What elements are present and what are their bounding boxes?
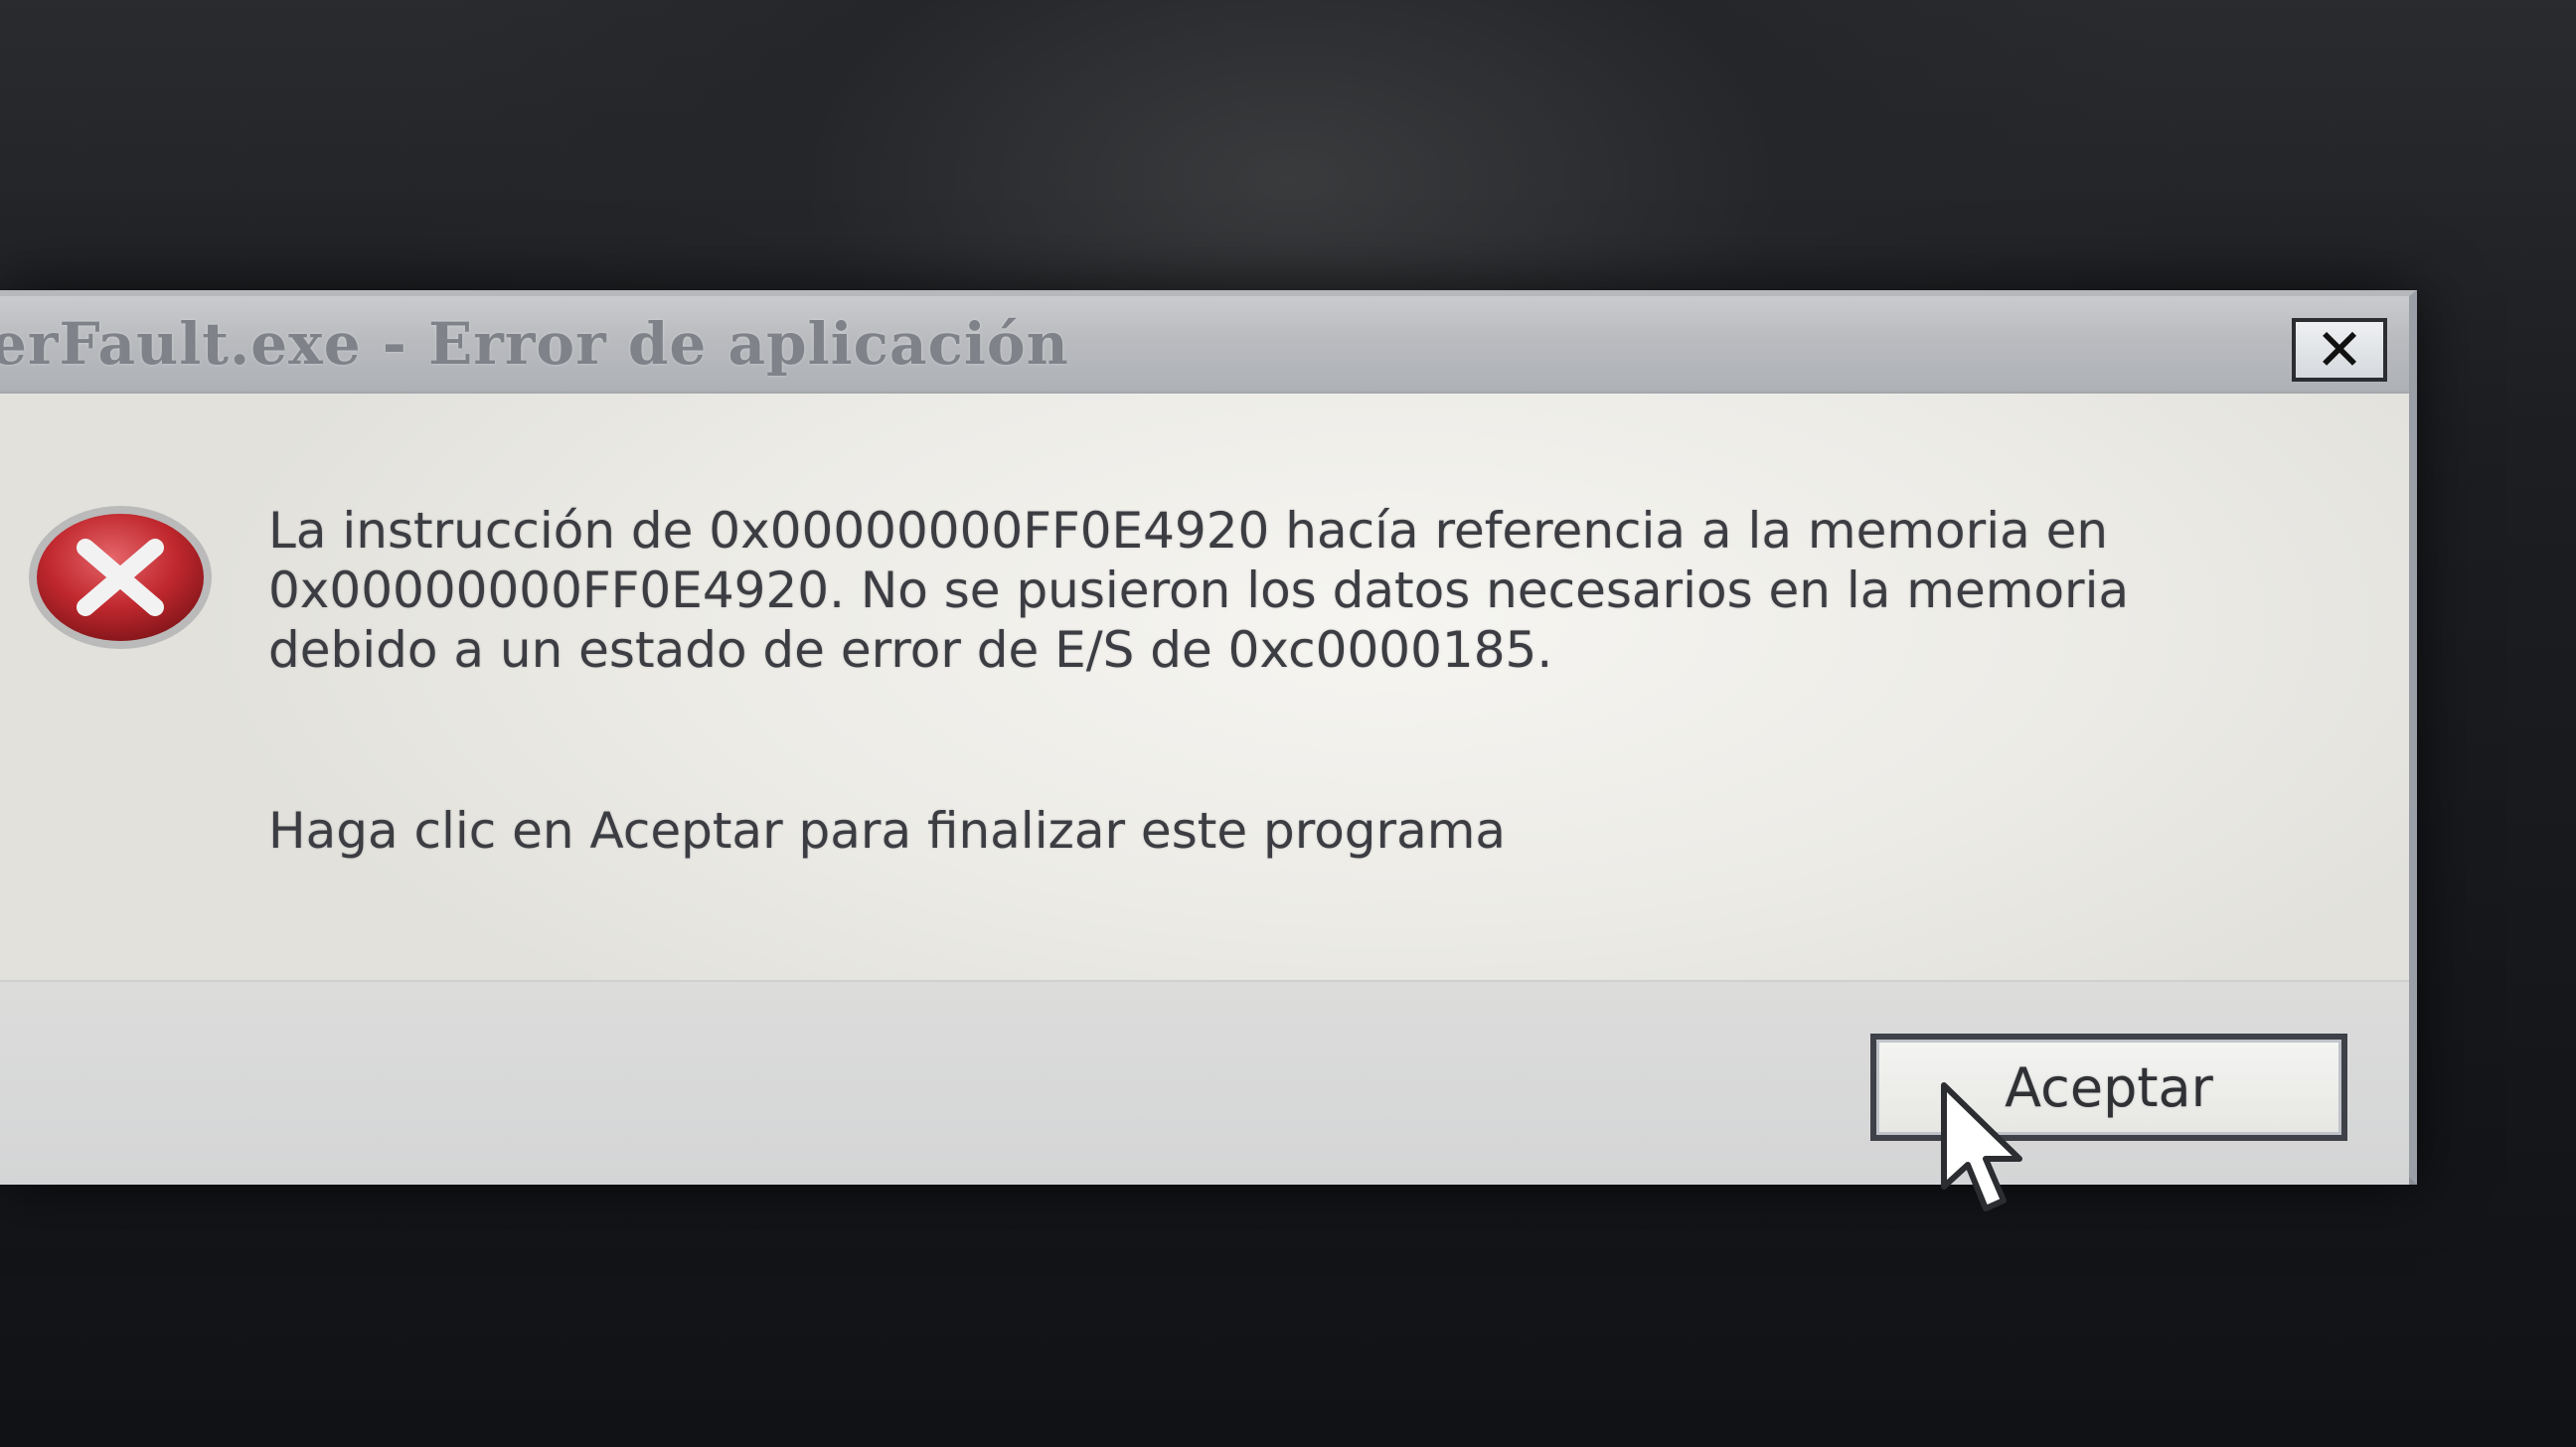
error-dialog: erFault.exe - Error de aplicación ✕ La i… bbox=[0, 290, 2417, 1185]
dialog-title: erFault.exe - Error de aplicación bbox=[0, 310, 1069, 378]
dialog-footer: Aceptar bbox=[0, 980, 2409, 1185]
error-message: La instrucción de 0x00000000FF0E4920 hac… bbox=[268, 502, 2130, 679]
dialog-content: La instrucción de 0x00000000FF0E4920 hac… bbox=[0, 394, 2409, 980]
dialog-title-bar[interactable]: erFault.exe - Error de aplicación ✕ bbox=[0, 296, 2409, 394]
close-button[interactable]: ✕ bbox=[2292, 318, 2387, 382]
close-prompt: Haga clic en Aceptar para finalizar este… bbox=[268, 802, 1507, 860]
error-icon bbox=[29, 506, 212, 649]
accept-button-label: Aceptar bbox=[2005, 1055, 2213, 1119]
close-icon: ✕ bbox=[2315, 316, 2364, 384]
mouse-cursor-icon bbox=[1941, 1082, 2022, 1211]
